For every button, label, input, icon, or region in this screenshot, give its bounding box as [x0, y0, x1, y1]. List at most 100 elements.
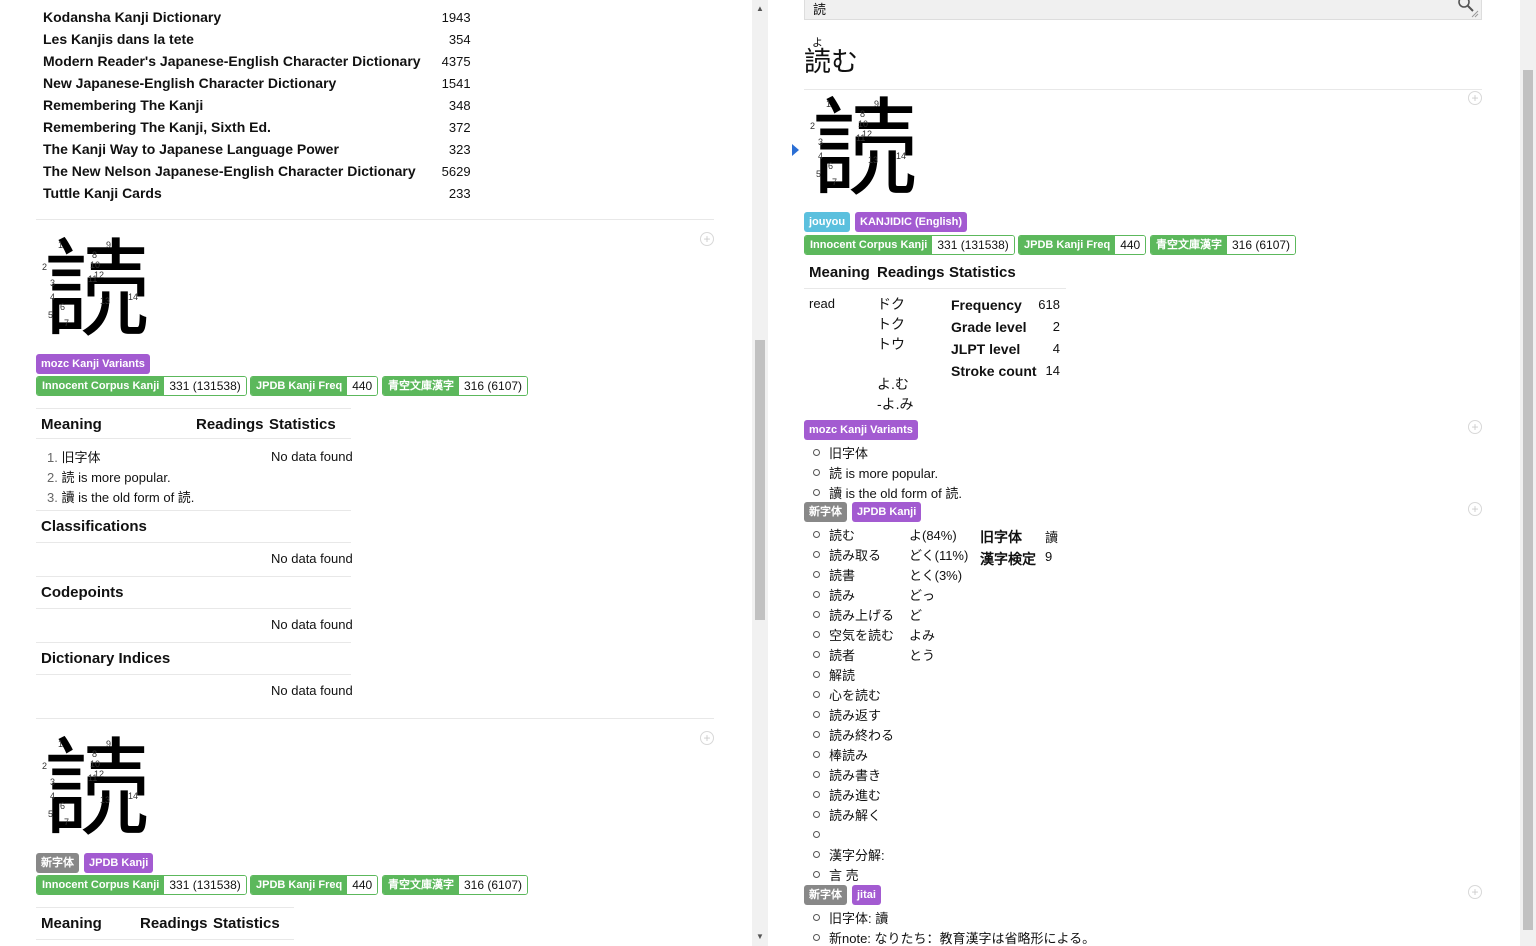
- stroke-number: 8: [92, 250, 98, 260]
- search-input-value: 読: [813, 2, 827, 17]
- meaning-header: Meaning: [41, 915, 102, 932]
- stat-label: 旧字体: [980, 529, 1022, 545]
- freq-value: 440: [347, 377, 378, 395]
- stroke-number: 8: [860, 109, 866, 119]
- dictionary-number: 5629: [441, 163, 471, 179]
- add-note-button[interactable]: +: [700, 731, 714, 745]
- stroke-number: 12: [862, 129, 873, 139]
- stroke-number: 4: [50, 292, 56, 302]
- stroke-number: 13: [100, 795, 111, 805]
- freq-innocent-corpus[interactable]: Innocent Corpus Kanji 331 (131538): [36, 376, 247, 396]
- stroke-number: 13: [868, 155, 879, 165]
- stroke-number: 7: [64, 318, 70, 328]
- add-note-button[interactable]: +: [1468, 420, 1482, 434]
- divider: [36, 642, 351, 643]
- stroke-number: 1: [58, 739, 64, 749]
- freq-jpdb[interactable]: JPDB Kanji Freq 440: [250, 875, 379, 895]
- reading: トウ: [877, 336, 905, 352]
- dictionary-number: 372: [448, 119, 471, 135]
- right-scrollbar[interactable]: [1520, 0, 1536, 946]
- add-note-button[interactable]: +: [1468, 502, 1482, 516]
- scroll-down-arrow-icon[interactable]: ▼: [752, 930, 768, 944]
- freq-innocent-corpus[interactable]: Innocent Corpus Kanji 331 (131538): [36, 875, 247, 895]
- classifications-no-data: No data found: [271, 551, 353, 566]
- add-note-button[interactable]: +: [700, 232, 714, 246]
- divider: [36, 939, 294, 940]
- divider: [36, 576, 351, 577]
- stroke-number: 10: [90, 260, 101, 270]
- freq-label: JPDB Kanji Freq: [251, 377, 348, 395]
- freq-innocent-corpus[interactable]: Innocent Corpus Kanji 331 (131538): [804, 235, 1015, 255]
- stat-value: 9: [1045, 549, 1053, 564]
- list-item: 漢字分解:: [813, 845, 885, 864]
- tag-mozc-kanji-variants[interactable]: mozc Kanji Variants: [36, 354, 150, 374]
- add-note-button[interactable]: +: [1468, 91, 1482, 105]
- stroke-number: 7: [832, 177, 838, 187]
- stroke-number: 13: [100, 296, 111, 306]
- meaning-number: 3.: [47, 490, 58, 505]
- right-popup-pane[interactable]: 読 よ 読む 読 + jouyou KANJIDIC (English) Inn…: [768, 0, 1520, 946]
- table-row: The New Nelson Japanese-English Characte…: [38, 160, 476, 182]
- table-row: Les Kanjis dans la tete 354: [38, 28, 476, 50]
- search-icon[interactable]: [1458, 0, 1474, 14]
- meaning-text: read: [809, 296, 836, 311]
- stat-value: 讀: [1045, 530, 1059, 545]
- freq-value: 331 (131538): [932, 236, 1014, 254]
- freq-aozora[interactable]: 青空文庫漢字 316 (6107): [382, 875, 529, 895]
- left-dictionary-pane[interactable]: Kodansha Kanji Dictionary 1943 Les Kanjis …: [0, 0, 752, 946]
- freq-value: 331 (131538): [164, 876, 246, 894]
- list-item: 読 is more popular.: [812, 463, 938, 482]
- search-input[interactable]: 読: [804, 0, 1482, 20]
- list-item: 読者: [812, 645, 855, 664]
- scroll-up-arrow-icon[interactable]: ▲: [752, 2, 768, 16]
- stroke-number: 7: [64, 817, 70, 827]
- dictionary-name: The New Nelson Japanese-English Characte…: [43, 163, 416, 179]
- stat-label: 漢字検定: [980, 551, 1036, 567]
- meaning-header: Meaning: [809, 264, 870, 281]
- tag-jitai[interactable]: jitai: [852, 885, 881, 905]
- tag-shinjitai[interactable]: 新字体: [36, 853, 79, 873]
- term-word: 読む: [804, 47, 858, 77]
- add-note-button[interactable]: +: [1468, 885, 1482, 899]
- tag-jouyou[interactable]: jouyou: [804, 212, 851, 232]
- stroke-number: 10: [858, 119, 869, 129]
- dictionary-number: 233: [448, 185, 471, 201]
- stroke-number: 9: [106, 739, 112, 749]
- list-item: 読む: [812, 525, 855, 544]
- scrollbar-thumb[interactable]: [755, 340, 765, 620]
- dictionary-number: 1541: [441, 75, 471, 91]
- stroke-number: 6: [60, 801, 66, 811]
- stroke-number: 4: [50, 791, 56, 801]
- freq-label: JPDB Kanji Freq: [1019, 236, 1116, 254]
- tag-kanjidic[interactable]: KANJIDIC (English): [855, 212, 968, 232]
- freq-aozora[interactable]: 青空文庫漢字 316 (6107): [1150, 235, 1297, 255]
- divider: [36, 674, 351, 675]
- table-row: Kodansha Kanji Dictionary 1943: [38, 6, 476, 28]
- list-item: 読み解く: [812, 805, 881, 824]
- statistics-header: Statistics: [269, 416, 336, 433]
- codepoints-no-data: No data found: [271, 617, 353, 632]
- readings-header: Readings: [877, 264, 945, 281]
- tag-shinjitai[interactable]: 新字体: [804, 885, 847, 905]
- tag-jpdb-kanji[interactable]: JPDB Kanji: [84, 853, 154, 873]
- tag-shinjitai[interactable]: 新字体: [804, 502, 847, 522]
- list-item: 読み: [812, 585, 855, 604]
- reading: よ(84%): [909, 528, 957, 543]
- tag-jpdb-kanji[interactable]: JPDB Kanji: [852, 502, 922, 522]
- freq-aozora[interactable]: 青空文庫漢字 316 (6107): [382, 376, 529, 396]
- list-item: 新note: なりたち：教育漢字は省略形による。: [812, 928, 1095, 946]
- scrollbar-thumb[interactable]: [1523, 70, 1533, 930]
- tag-mozc-kanji-variants[interactable]: mozc Kanji Variants: [804, 420, 918, 440]
- stroke-number: 5: [816, 169, 822, 179]
- freq-jpdb[interactable]: JPDB Kanji Freq 440: [1018, 235, 1147, 255]
- dictionary-number: 4375: [441, 53, 471, 69]
- meaning-item: 1. 旧字体: [47, 447, 100, 466]
- freq-jpdb[interactable]: JPDB Kanji Freq 440: [250, 376, 379, 396]
- list-item: 読み終わる: [812, 725, 894, 744]
- freq-label: Innocent Corpus Kanji: [805, 236, 933, 254]
- stroke-number: 2: [42, 262, 48, 272]
- meaning-number: 2.: [47, 470, 58, 485]
- left-scrollbar[interactable]: ▲ ▼: [752, 0, 768, 946]
- list-item: 讀 is the old form of 読.: [813, 483, 962, 502]
- stroke-number: 14: [128, 292, 139, 302]
